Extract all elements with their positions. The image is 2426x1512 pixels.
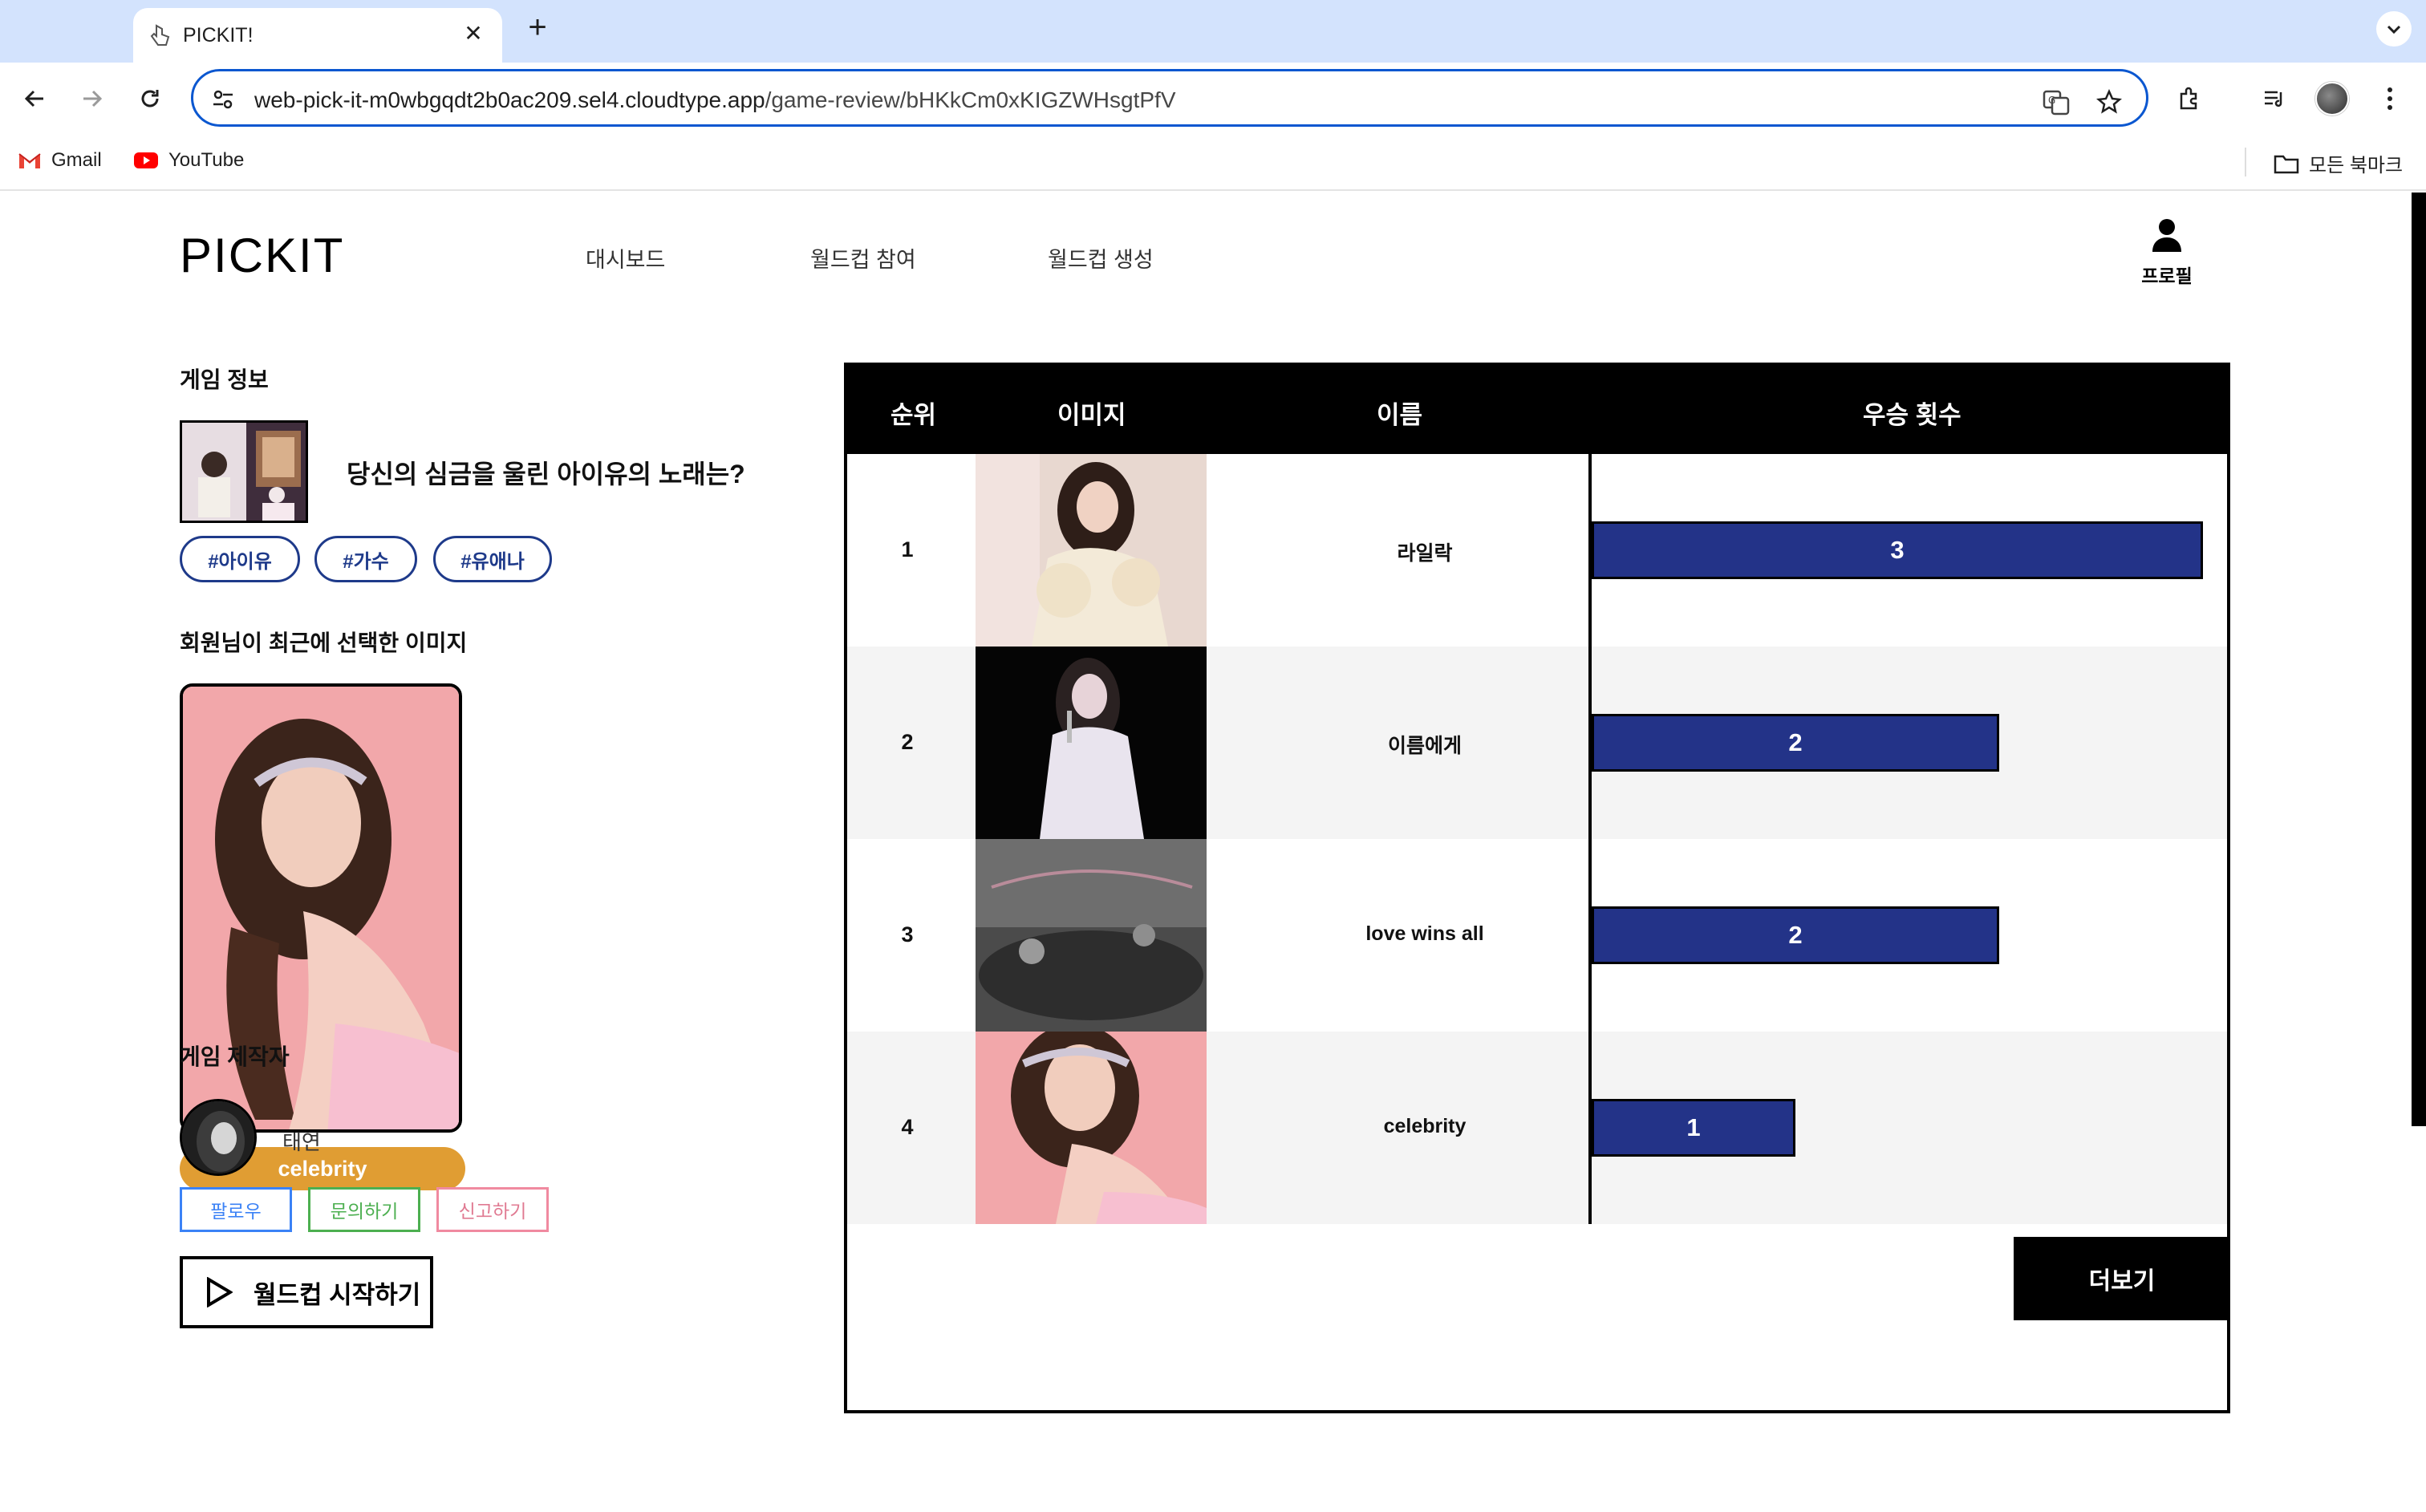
header-rank: 순위 xyxy=(890,401,937,429)
more-button[interactable]: 더보기 xyxy=(2014,1237,2230,1320)
wins-value: 1 xyxy=(1686,1113,1701,1141)
bookmark-youtube[interactable]: YouTube xyxy=(133,149,244,172)
hand-cursor-icon xyxy=(149,24,170,47)
profile-label: 프로필 xyxy=(2141,266,2193,286)
site-settings-icon[interactable] xyxy=(211,87,235,111)
wins-bar: 3 xyxy=(1592,521,2203,579)
wins-bar: 1 xyxy=(1592,1099,1795,1157)
nav-dashboard[interactable]: 대시보드 xyxy=(586,242,665,274)
table-row[interactable]: 1 라일락 3 xyxy=(847,454,2227,647)
header-image: 이미지 xyxy=(1057,401,1126,429)
inquiry-button[interactable]: 문의하기 xyxy=(308,1187,420,1232)
creator-avatar[interactable] xyxy=(180,1099,257,1176)
table-row[interactable]: 3 love wins all 2 xyxy=(847,839,2227,1032)
wins-value: 3 xyxy=(1890,536,1905,564)
rank-number: 2 xyxy=(901,730,914,754)
back-icon[interactable] xyxy=(16,80,53,117)
ranking-header: 순위 이미지 이름 우승 횟수 xyxy=(847,366,2227,454)
tab-search-icon[interactable] xyxy=(2376,11,2412,47)
close-tab-icon[interactable]: ✕ xyxy=(459,19,488,48)
bookmark-gmail[interactable]: Gmail xyxy=(18,149,102,172)
tag-uaena[interactable]: #유애나 xyxy=(433,536,552,582)
start-worldcup-label: 월드컵 시작하기 xyxy=(254,1280,421,1309)
game-title: 당신의 심금을 울린 아이유의 노래는? xyxy=(347,460,745,488)
creator-name[interactable]: 태연 xyxy=(282,1126,321,1156)
address-bar[interactable]: web-pick-it-m0wbgqdt2b0ac209.sel4.cloudt… xyxy=(191,69,2148,127)
extensions-icon[interactable] xyxy=(2171,80,2208,117)
candidate-image xyxy=(976,839,1207,1032)
candidate-name: 라일락 xyxy=(1397,542,1453,565)
all-bookmarks-label: 모든 북마크 xyxy=(2309,155,2404,176)
gmail-icon xyxy=(18,153,41,168)
candidate-image xyxy=(976,1032,1207,1224)
translate-icon[interactable]: G xyxy=(2040,86,2072,118)
reload-icon[interactable] xyxy=(132,80,168,117)
url-text: web-pick-it-m0wbgqdt2b0ac209.sel4.cloudt… xyxy=(254,87,1176,113)
bookmarks-separator xyxy=(2245,148,2246,176)
game-info-title: 게임 정보 xyxy=(180,367,269,392)
more-menu-icon[interactable] xyxy=(2371,80,2408,117)
media-control-icon[interactable] xyxy=(2256,80,2293,117)
nav-join-worldcup[interactable]: 월드컵 참여 xyxy=(810,242,916,274)
table-row[interactable]: 4 celebrity 1 xyxy=(847,1032,2227,1224)
candidate-name: love wins all xyxy=(1365,922,1484,945)
forward-icon[interactable] xyxy=(74,80,111,117)
nav-create-worldcup[interactable]: 월드컵 생성 xyxy=(1048,242,1154,274)
wins-value: 2 xyxy=(1788,921,1803,949)
follow-button[interactable]: 팔로우 xyxy=(180,1187,292,1232)
profile-avatar-icon[interactable] xyxy=(2314,80,2351,117)
tab-strip: PICKIT! ✕ + xyxy=(0,0,2426,63)
start-worldcup-button[interactable]: 월드컵 시작하기 xyxy=(180,1256,433,1328)
bookmarks-bar: Gmail YouTube 모든 북마크 xyxy=(0,133,2426,191)
recent-title: 회원님이 최근에 선택한 이미지 xyxy=(180,630,468,655)
new-tab-icon[interactable]: + xyxy=(520,10,555,45)
wins-bar: 2 xyxy=(1592,906,1999,964)
wins-bar: 2 xyxy=(1592,714,1999,772)
bookmark-star-icon[interactable] xyxy=(2093,86,2125,118)
site-logo[interactable]: PICKIT xyxy=(180,228,344,283)
bookmark-gmail-label: Gmail xyxy=(51,149,102,171)
all-bookmarks[interactable]: 모든 북마크 xyxy=(2274,149,2403,177)
column-divider xyxy=(1588,454,1592,1224)
table-row[interactable]: 2 이름에게 2 xyxy=(847,647,2227,839)
bookmark-youtube-label: YouTube xyxy=(168,149,245,171)
page-scrollbar[interactable] xyxy=(2412,193,2426,1126)
url-host: web-pick-it-m0wbgqdt2b0ac209.sel4.cloudt… xyxy=(254,87,765,112)
tab-title: PICKIT! xyxy=(183,24,254,47)
browser-toolbar: web-pick-it-m0wbgqdt2b0ac209.sel4.cloudt… xyxy=(0,63,2426,133)
browser-tab[interactable]: PICKIT! ✕ xyxy=(133,8,502,63)
header-wins: 우승 횟수 xyxy=(1863,401,1961,429)
game-thumbnail xyxy=(180,420,308,523)
rank-number: 3 xyxy=(901,922,914,947)
url-path: /game-review/bHKkCm0xKIGZWHsgtPfV xyxy=(765,87,1176,112)
header-name: 이름 xyxy=(1377,401,1423,429)
play-icon xyxy=(207,1277,233,1307)
tag-iu[interactable]: #아이유 xyxy=(180,536,300,582)
candidate-image xyxy=(976,647,1207,839)
tag-singer[interactable]: #가수 xyxy=(314,536,417,582)
candidate-image xyxy=(976,454,1207,647)
youtube-icon xyxy=(134,152,158,168)
page-content: PICKIT 대시보드 월드컵 참여 월드컵 생성 프로필 게임 정보 당신의 … xyxy=(0,193,2412,1512)
creator-title: 게임 제작자 xyxy=(180,1044,290,1069)
wins-value: 2 xyxy=(1788,728,1803,756)
person-icon xyxy=(2152,219,2181,252)
svg-text:G: G xyxy=(2048,95,2055,106)
profile-link[interactable]: 프로필 xyxy=(2132,218,2201,288)
rank-number: 4 xyxy=(901,1115,914,1139)
report-button[interactable]: 신고하기 xyxy=(436,1187,549,1232)
candidate-name: celebrity xyxy=(1383,1115,1467,1137)
rank-number: 1 xyxy=(901,537,914,561)
folder-icon xyxy=(2274,155,2299,173)
candidate-name: 이름에게 xyxy=(1387,735,1462,757)
